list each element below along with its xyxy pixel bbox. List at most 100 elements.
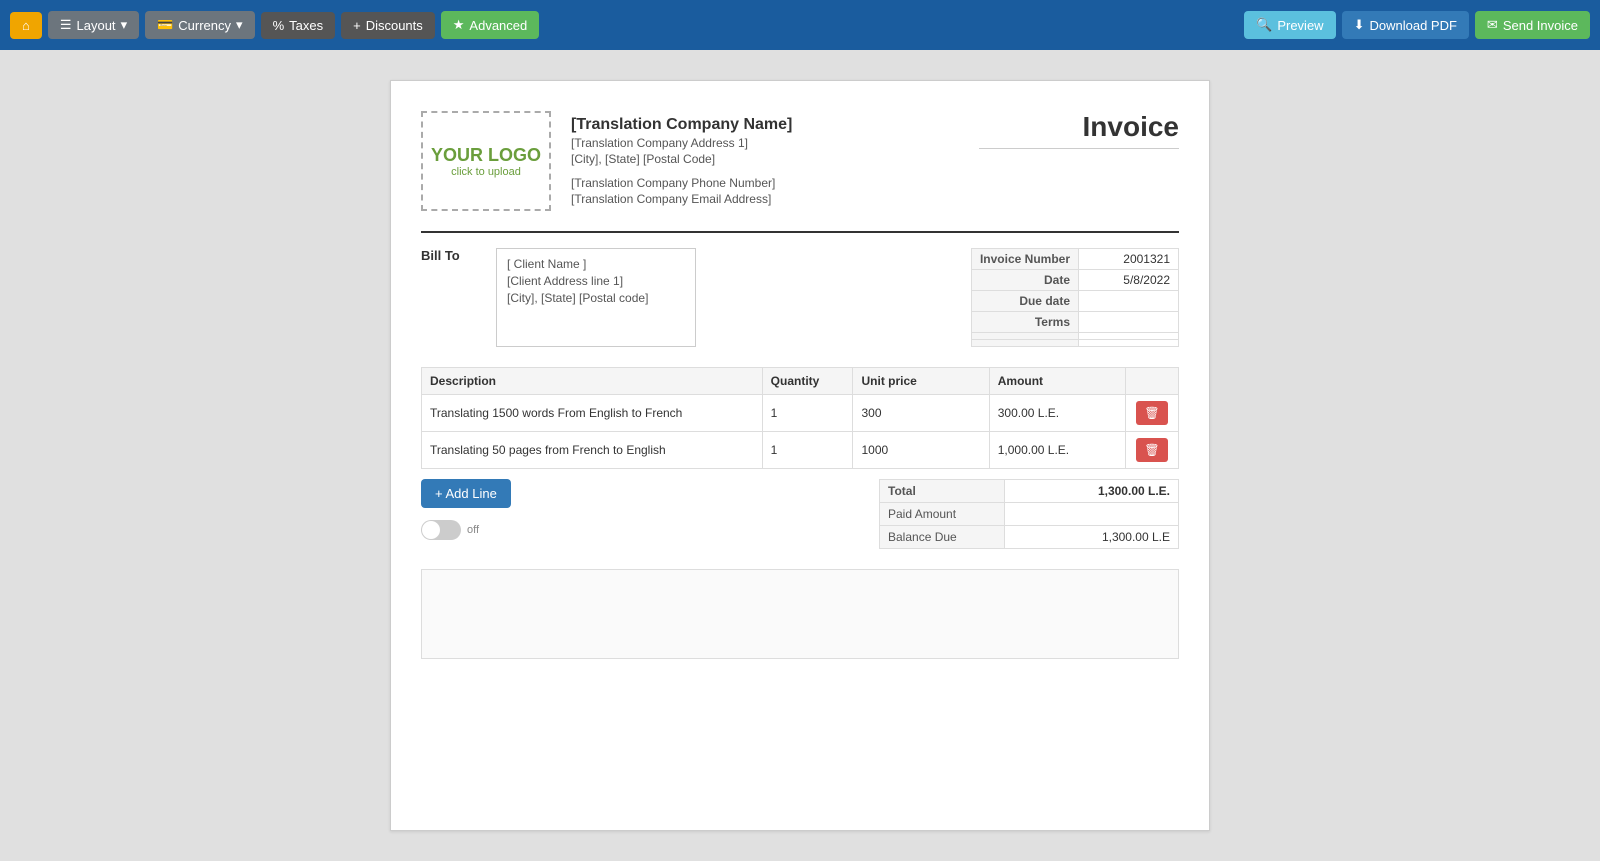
home-icon <box>22 18 30 33</box>
header-amount: Amount <box>989 368 1125 395</box>
header-quantity: Quantity <box>762 368 853 395</box>
date-label: Date <box>971 270 1078 291</box>
company-info: [Translation Company Name] [Translation … <box>571 116 792 206</box>
advanced-button[interactable]: ★ Advanced <box>441 11 539 39</box>
send-invoice-button[interactable]: ✉ Send Invoice <box>1475 11 1590 39</box>
due-date-label: Due date <box>971 291 1078 312</box>
taxes-button[interactable]: % Taxes <box>261 12 336 39</box>
taxes-icon: % <box>273 18 285 33</box>
total-label: Total <box>880 480 1005 503</box>
trash-icon: 🗑 <box>1144 443 1159 457</box>
extra2-value[interactable] <box>1079 340 1179 347</box>
extra1-row <box>971 333 1178 340</box>
delete-line-button-0[interactable]: 🗑 <box>1136 401 1167 425</box>
invoice-title: Invoice <box>979 111 1179 149</box>
line-action-1: 🗑 <box>1125 432 1178 469</box>
table-header-row: Description Quantity Unit price Amount <box>422 368 1179 395</box>
header-divider <box>421 231 1179 233</box>
company-address1: [Translation Company Address 1] <box>571 136 792 150</box>
toggle-container: off <box>421 520 511 540</box>
line-unit-price-1[interactable]: 1000 <box>853 432 989 469</box>
currency-button[interactable]: 💳 Currency ▾ <box>145 11 254 39</box>
client-address2: [City], [State] [Postal code] <box>507 291 685 305</box>
bill-to-block: Bill To [ Client Name ] [Client Address … <box>421 248 696 347</box>
company-email: [Translation Company Email Address] <box>571 192 792 206</box>
paid-toggle[interactable] <box>421 520 461 540</box>
line-description-0[interactable]: Translating 1500 words From English to F… <box>422 395 763 432</box>
terms-row: Terms <box>971 312 1178 333</box>
taxes-label: Taxes <box>289 18 323 33</box>
left-actions: + Add Line off <box>421 479 511 540</box>
delete-line-button-1[interactable]: 🗑 <box>1136 438 1167 462</box>
balance-due-row: Balance Due 1,300.00 L.E <box>880 526 1179 549</box>
toolbar: ☰ Layout ▾ 💳 Currency ▾ % Taxes + Discou… <box>0 0 1600 50</box>
company-name: [Translation Company Name] <box>571 116 792 134</box>
bill-to-fields[interactable]: [ Client Name ] [Client Address line 1] … <box>496 248 696 347</box>
logo-section: YOUR LOGO click to upload [Translation C… <box>421 111 792 211</box>
invoice-header: YOUR LOGO click to upload [Translation C… <box>421 111 1179 211</box>
company-address2: [City], [State] [Postal Code] <box>571 152 792 166</box>
due-date-value[interactable] <box>1079 291 1179 312</box>
bill-section: Bill To [ Client Name ] [Client Address … <box>421 248 1179 347</box>
paid-amount-label: Paid Amount <box>880 503 1005 526</box>
toggle-label: off <box>467 524 479 536</box>
line-items-table: Description Quantity Unit price Amount T… <box>421 367 1179 469</box>
header-unit-price: Unit price <box>853 368 989 395</box>
date-row: Date 5/8/2022 <box>971 270 1178 291</box>
actions-totals-row: + Add Line off Total 1,300.00 L.E. Paid … <box>421 479 1179 549</box>
layout-chevron-icon: ▾ <box>121 17 128 33</box>
layout-icon: ☰ <box>60 17 72 33</box>
extra2-row <box>971 340 1178 347</box>
invoice-details-table: Invoice Number 2001321 Date 5/8/2022 Due… <box>971 248 1179 347</box>
discounts-button[interactable]: + Discounts <box>341 12 435 39</box>
extra1-value[interactable] <box>1079 333 1179 340</box>
line-description-1[interactable]: Translating 50 pages from French to Engl… <box>422 432 763 469</box>
extra1-label <box>971 333 1078 340</box>
client-address1: [Client Address line 1] <box>507 274 685 288</box>
paid-amount-value[interactable] <box>1004 503 1178 526</box>
currency-icon: 💳 <box>157 17 173 33</box>
preview-button[interactable]: 🔍 Preview <box>1244 11 1335 39</box>
notes-area[interactable] <box>421 569 1179 659</box>
due-date-row: Due date <box>971 291 1178 312</box>
download-button[interactable]: ⬇ Download PDF <box>1342 11 1469 39</box>
totals-section: Total 1,300.00 L.E. Paid Amount Balance … <box>879 479 1179 549</box>
advanced-star-icon: ★ <box>453 17 465 33</box>
bill-to-label: Bill To <box>421 248 476 347</box>
advanced-label: Advanced <box>469 18 527 33</box>
header-action <box>1125 368 1178 395</box>
layout-button[interactable]: ☰ Layout ▾ <box>48 11 139 39</box>
download-icon: ⬇ <box>1354 17 1365 33</box>
toggle-knob <box>422 521 440 539</box>
preview-label: Preview <box>1277 18 1323 33</box>
totals-table: Total 1,300.00 L.E. Paid Amount Balance … <box>879 479 1179 549</box>
currency-label: Currency <box>178 18 231 33</box>
date-value: 5/8/2022 <box>1079 270 1179 291</box>
logo-upload-box[interactable]: YOUR LOGO click to upload <box>421 111 551 211</box>
home-button[interactable] <box>10 12 42 39</box>
send-icon: ✉ <box>1487 17 1498 33</box>
preview-icon: 🔍 <box>1256 17 1272 33</box>
client-name: [ Client Name ] <box>507 257 685 271</box>
layout-label: Layout <box>77 18 116 33</box>
discounts-label: Discounts <box>366 18 423 33</box>
terms-value[interactable] <box>1079 312 1179 333</box>
total-value: 1,300.00 L.E. <box>1004 480 1178 503</box>
invoice-number-label: Invoice Number <box>971 249 1078 270</box>
extra2-label <box>971 340 1078 347</box>
logo-text: YOUR LOGO <box>431 145 541 166</box>
page-background: YOUR LOGO click to upload [Translation C… <box>0 50 1600 861</box>
logo-subtext: click to upload <box>451 166 521 178</box>
invoice-number-row: Invoice Number 2001321 <box>971 249 1178 270</box>
header-description: Description <box>422 368 763 395</box>
line-quantity-0[interactable]: 1 <box>762 395 853 432</box>
line-unit-price-0[interactable]: 300 <box>853 395 989 432</box>
line-quantity-1[interactable]: 1 <box>762 432 853 469</box>
download-label: Download PDF <box>1369 18 1456 33</box>
send-label: Send Invoice <box>1503 18 1578 33</box>
add-line-button[interactable]: + Add Line <box>421 479 511 508</box>
table-row: Translating 50 pages from French to Engl… <box>422 432 1179 469</box>
balance-due-value: 1,300.00 L.E <box>1004 526 1178 549</box>
table-row: Translating 1500 words From English to F… <box>422 395 1179 432</box>
total-row: Total 1,300.00 L.E. <box>880 480 1179 503</box>
